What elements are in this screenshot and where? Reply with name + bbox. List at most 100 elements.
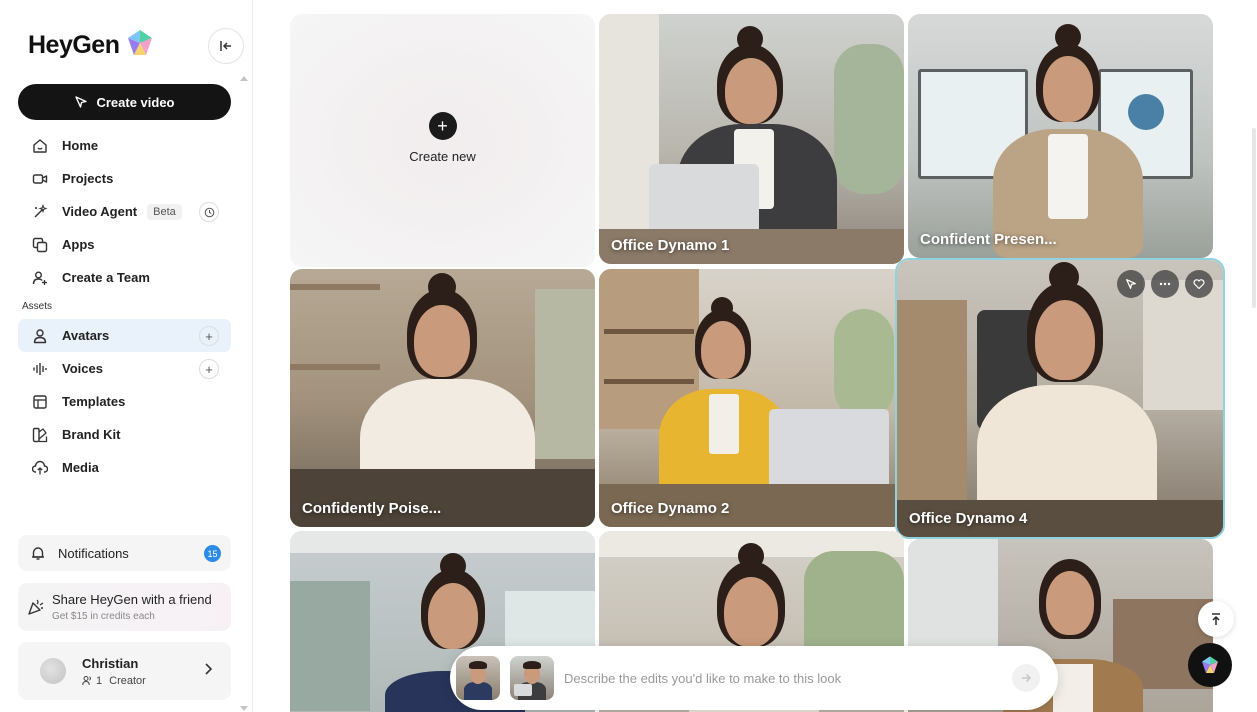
- profile-role: 1 Creator: [82, 675, 146, 687]
- app-window: HeyGen Create video Home Projects Video …: [0, 0, 1257, 712]
- avatar-look-card[interactable]: Confident Presen...: [908, 14, 1213, 258]
- sidebar-item-voices[interactable]: Voices +: [18, 352, 231, 385]
- avatar-look-image: [897, 260, 1223, 537]
- more-options-button[interactable]: [1151, 270, 1179, 298]
- avatar-looks-grid: + Create new Office Dynamo 1 Confident P…: [253, 0, 1257, 712]
- create-video-button[interactable]: Create video: [18, 84, 231, 120]
- voices-icon: [30, 359, 50, 379]
- share-subtitle: Get $15 in credits each: [52, 611, 155, 622]
- notification-count-badge: 15: [204, 545, 221, 562]
- favorite-button[interactable]: [1185, 270, 1213, 298]
- collapse-left-icon: [220, 41, 231, 51]
- logo[interactable]: HeyGen: [28, 28, 155, 63]
- collapse-sidebar-button[interactable]: [208, 28, 244, 64]
- more-horizontal-icon: [1159, 282, 1171, 286]
- sidebar-scroll-down-arrow[interactable]: [240, 706, 248, 711]
- avatar-look-card[interactable]: Office Dynamo 2: [599, 269, 904, 527]
- submit-edit-button[interactable]: [1012, 664, 1040, 692]
- sidebar-nav: Home Projects Video Agent Beta Apps Crea…: [18, 129, 231, 484]
- cursor-icon: [75, 96, 88, 108]
- scroll-to-top-button[interactable]: [1198, 601, 1234, 637]
- party-popper-icon: [26, 597, 48, 617]
- user-profile-button[interactable]: Christian 1 Creator: [18, 642, 231, 700]
- sidebar-item-media[interactable]: Media: [18, 451, 231, 484]
- assets-section-label: Assets: [22, 301, 53, 312]
- add-avatar-button[interactable]: +: [199, 326, 219, 346]
- profile-name: Christian: [82, 655, 139, 671]
- bell-icon: [30, 545, 46, 561]
- add-voice-button[interactable]: +: [199, 359, 219, 379]
- avatar-look-image: [599, 14, 904, 264]
- sidebar-item-home[interactable]: Home: [18, 129, 231, 162]
- video-agent-icon: [30, 202, 50, 222]
- notifications-label: Notifications: [58, 545, 129, 561]
- apps-icon: [30, 235, 50, 255]
- avatar-look-image: [290, 269, 595, 527]
- sidebar-item-label: Brand Kit: [62, 427, 121, 442]
- create-new-label: Create new: [409, 149, 476, 164]
- sidebar-item-label: Projects: [62, 171, 114, 186]
- edit-look-prompt-bar: [450, 646, 1058, 710]
- sidebar: HeyGen Create video Home Projects Video …: [0, 0, 253, 712]
- create-video-with-look-button[interactable]: [1117, 270, 1145, 298]
- home-icon: [30, 136, 50, 156]
- avatar-look-image: [908, 14, 1213, 258]
- plus-icon: +: [428, 112, 457, 140]
- sidebar-item-label: Apps: [62, 237, 95, 252]
- edit-look-input[interactable]: [564, 670, 984, 686]
- page-scrollbar[interactable]: [1252, 128, 1256, 308]
- sidebar-item-create-team[interactable]: Create a Team: [18, 261, 231, 294]
- heygen-logo-icon: [125, 28, 155, 63]
- avatar: [40, 658, 66, 684]
- video-agent-history-button[interactable]: [199, 202, 219, 222]
- selected-look-thumbnail[interactable]: [510, 656, 554, 700]
- avatar-icon: [30, 326, 50, 346]
- cursor-icon: [1126, 279, 1136, 289]
- add-team-icon: [30, 268, 50, 288]
- heart-icon: [1193, 279, 1205, 290]
- ai-assistant-button[interactable]: [1188, 643, 1232, 687]
- create-new-card[interactable]: + Create new: [290, 14, 595, 267]
- sidebar-item-label: Voices: [62, 361, 103, 376]
- avatar-look-title: Confidently Poise...: [302, 500, 442, 517]
- avatar-look-title: Office Dynamo 4: [909, 510, 1028, 527]
- notifications-button[interactable]: Notifications 15: [18, 535, 231, 571]
- reference-thumbnail[interactable]: [456, 656, 500, 700]
- avatar-look-card[interactable]: Office Dynamo 1: [599, 14, 904, 264]
- create-new-content: + Create new: [290, 112, 595, 164]
- projects-icon: [30, 169, 50, 189]
- sidebar-item-label: Create a Team: [62, 270, 150, 285]
- members-icon: [82, 676, 91, 686]
- share-title: Share HeyGen with a friend: [52, 592, 212, 607]
- sidebar-item-label: Home: [62, 138, 99, 153]
- chevron-right-icon: [203, 662, 213, 676]
- arrow-right-icon: [1022, 674, 1031, 682]
- sidebar-item-avatars[interactable]: Avatars +: [18, 319, 231, 352]
- avatar-look-card[interactable]: Office Dynamo 4: [895, 258, 1225, 539]
- heygen-logo-icon: [1202, 656, 1218, 673]
- member-count: 1: [96, 674, 103, 687]
- beta-badge: Beta: [147, 203, 182, 220]
- sidebar-item-templates[interactable]: Templates: [18, 385, 231, 418]
- history-icon: [204, 207, 214, 217]
- brand-kit-icon: [30, 425, 50, 445]
- sidebar-item-brand-kit[interactable]: Brand Kit: [18, 418, 231, 451]
- sidebar-scroll-up-arrow[interactable]: [240, 76, 248, 81]
- share-text: Share HeyGen with a friend Get $15 in cr…: [52, 592, 212, 622]
- share-referral-card[interactable]: Share HeyGen with a friend Get $15 in cr…: [18, 583, 231, 631]
- sidebar-item-apps[interactable]: Apps: [18, 228, 231, 261]
- arrow-up-icon: [1212, 613, 1220, 625]
- sidebar-item-video-agent[interactable]: Video Agent Beta: [18, 195, 231, 228]
- avatar-look-image: [599, 269, 904, 527]
- avatar-look-card[interactable]: Confidently Poise...: [290, 269, 595, 527]
- sidebar-item-label: Templates: [62, 394, 126, 409]
- logo-text: HeyGen: [28, 31, 120, 59]
- sidebar-item-projects[interactable]: Projects: [18, 162, 231, 195]
- card-actions: [1117, 270, 1213, 298]
- sidebar-item-label: Media: [62, 460, 99, 475]
- avatar-look-title: Confident Presen...: [920, 231, 1057, 248]
- sidebar-item-label: Avatars: [62, 328, 110, 343]
- plan-label: Creator: [109, 674, 146, 687]
- create-video-label: Create video: [96, 94, 175, 110]
- templates-icon: [30, 392, 50, 412]
